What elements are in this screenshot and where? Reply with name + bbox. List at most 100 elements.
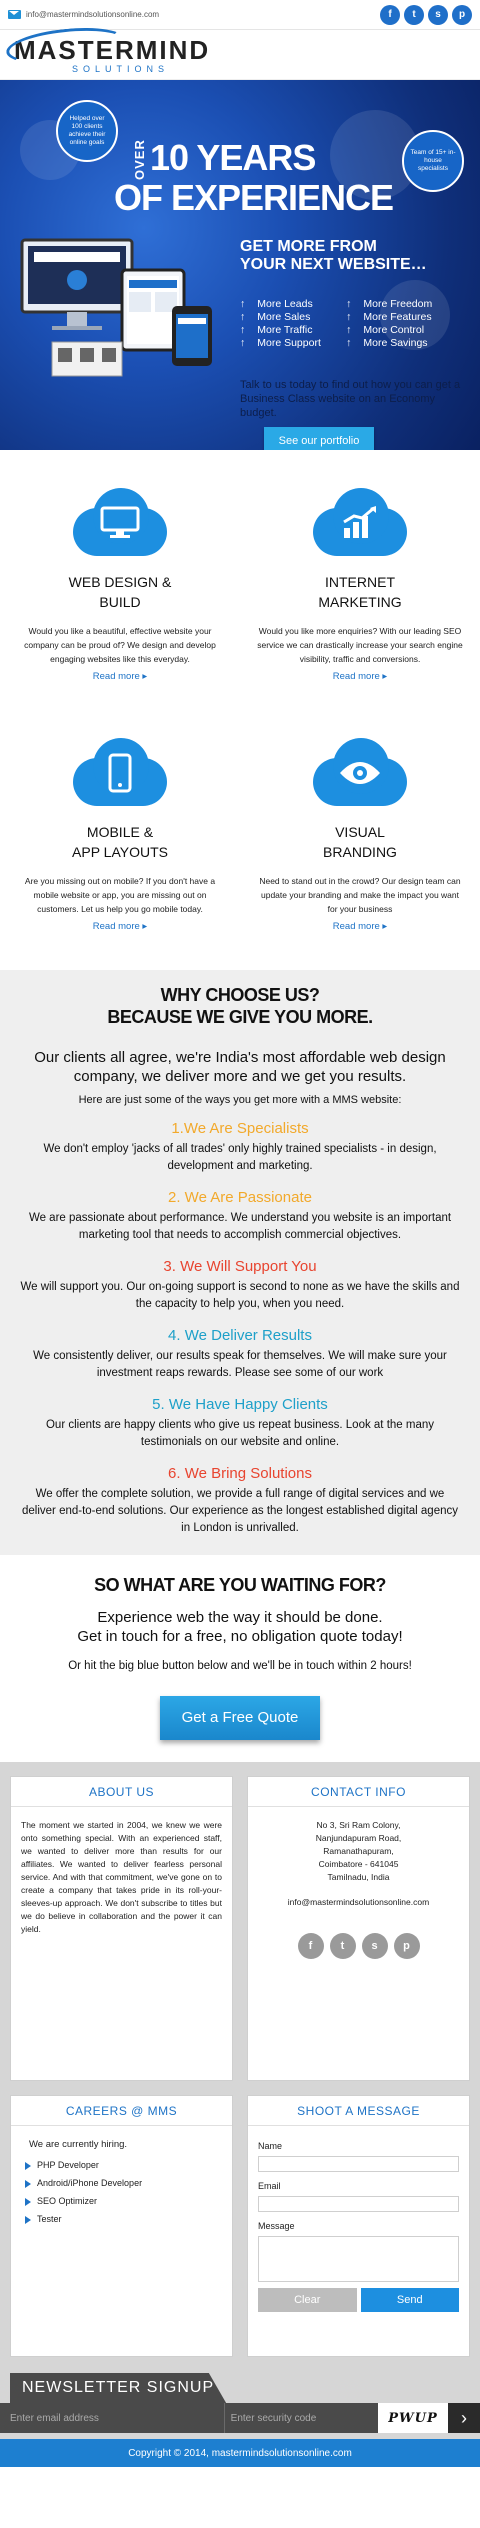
why-item-text: Our clients are happy clients who give u…	[45, 1419, 435, 1448]
why-item-text: We will support you. Our on-going suppor…	[20, 1281, 460, 1310]
free-quote-button[interactable]: Get a Free Quote	[160, 1696, 320, 1740]
facebook-icon[interactable]: f	[380, 4, 400, 25]
service-title: MOBILE & APP LAYOUTS	[72, 824, 168, 860]
why-lead: Our clients all agree, we're India's mos…	[34, 1049, 446, 1085]
monitor-icon	[65, 488, 175, 558]
job-item[interactable]: PHP Developer	[25, 2159, 222, 2172]
service-title: INTERNET MARKETING	[318, 574, 402, 610]
job-item[interactable]: SEO Optimizer	[25, 2195, 222, 2208]
about-box: ABOUT US The moment we started in 2004, …	[10, 1776, 233, 2081]
pinterest-icon[interactable]: p	[393, 1933, 420, 1959]
why-item-title: 6. We Bring Solutions	[168, 1465, 312, 1482]
hero-years: 10 YEARS	[150, 137, 316, 178]
service-desc: Are you missing out on mobile? If you do…	[24, 876, 216, 914]
feature-item: ↑ More Features	[346, 311, 432, 323]
send-button[interactable]: Send	[360, 2288, 459, 2312]
read-more-link[interactable]: Read more ▸	[93, 921, 147, 932]
triangle-right-icon	[25, 2215, 31, 2224]
getmore-line2: YOUR NEXT WEBSITE…	[240, 256, 427, 273]
about-title: ABOUT US	[11, 1777, 232, 1807]
newsletter-bar: Enter email address Enter security code …	[0, 2403, 480, 2433]
skype-icon[interactable]: s	[428, 4, 448, 25]
hero-experience: OF EXPERIENCE	[114, 177, 394, 218]
skype-icon[interactable]: s	[361, 1933, 388, 1959]
triangle-right-icon	[25, 2197, 31, 2206]
captcha-image: PWUP	[378, 2403, 448, 2433]
arrow-up-icon: ↑	[346, 337, 352, 349]
why-items: 1.We Are Specialists We don't employ 'jac…	[18, 1120, 462, 1537]
footer: ABOUT US The moment we started in 2004, …	[0, 1762, 480, 2439]
read-more-link[interactable]: Read more ▸	[333, 921, 387, 932]
newsletter-submit-button[interactable]: ›	[448, 2403, 480, 2433]
careers-intro: We are currently hiring.	[29, 2139, 128, 2150]
twitter-icon[interactable]: t	[329, 1933, 356, 1959]
hero-banner: Helped over 100 clients achieve their on…	[0, 80, 480, 450]
why-item-text: We consistently deliver, our results spe…	[33, 1350, 447, 1379]
about-text: The moment we started in 2004, we knew w…	[21, 1820, 222, 1934]
message-box: SHOOT A MESSAGE Name Email Message Clear…	[247, 2095, 470, 2357]
feature-item: ↑ More Support	[240, 337, 321, 349]
why-item-title: 2. We Are Passionate	[168, 1189, 312, 1206]
service-mobile: MOBILE & APP LAYOUTS Are you missing out …	[0, 720, 240, 970]
chart-icon	[305, 488, 415, 558]
phone-icon	[65, 738, 175, 808]
pinterest-icon[interactable]: p	[452, 4, 472, 25]
why-item-title: 3. We Will Support You	[163, 1258, 317, 1275]
feature-item: ↑ More Savings	[346, 337, 428, 349]
envelope-icon	[8, 10, 21, 19]
careers-title: CAREERS @ MMS	[11, 2096, 232, 2126]
name-input[interactable]	[258, 2156, 459, 2172]
arrow-up-icon: ↑	[346, 298, 352, 310]
name-label: Name	[258, 2141, 283, 2151]
arrow-up-icon: ↑	[346, 311, 352, 323]
read-more-link[interactable]: Read more ▸	[333, 671, 387, 682]
portfolio-button[interactable]: See our portfolio	[264, 427, 374, 450]
site-logo[interactable]: MASTERMIND SOLUTIONS	[4, 22, 210, 74]
email-input[interactable]	[258, 2196, 459, 2212]
top-email-text: info@mastermindsolutionsonline.com	[26, 10, 160, 19]
hero-over: OVER	[132, 139, 147, 180]
copyright-bar: Copyright © 2014, mastermindsolutionsonl…	[0, 2439, 480, 2467]
message-label: Message	[258, 2221, 295, 2231]
clear-button[interactable]: Clear	[258, 2288, 357, 2312]
twitter-icon[interactable]: t	[404, 4, 424, 25]
cta-sub: Or hit the big blue button below and we'…	[68, 1660, 412, 1672]
newsletter-email-input[interactable]: Enter email address	[0, 2403, 224, 2433]
hero-talk: Talk to us today to find out how you can…	[240, 379, 461, 419]
arrow-up-icon: ↑	[346, 324, 352, 336]
why-item-title: 1.We Are Specialists	[171, 1120, 309, 1137]
service-internet-marketing: INTERNET MARKETING Would you like more en…	[240, 470, 480, 720]
feature-item: ↑ More Traffic	[240, 324, 313, 336]
security-code-input[interactable]: Enter security code	[223, 2403, 378, 2433]
message-form: Name Email Message Clear Send	[248, 2126, 469, 2324]
service-desc: Would you like a beautiful, effective we…	[24, 626, 216, 664]
facebook-icon[interactable]: f	[297, 1933, 324, 1959]
hero-getmore: GET MORE FROM YOUR NEXT WEBSITE…	[240, 238, 427, 274]
message-title: SHOOT A MESSAGE	[248, 2096, 469, 2126]
header: MASTERMIND SOLUTIONS	[0, 22, 480, 80]
social-links: f t s p	[380, 4, 472, 25]
contact-email[interactable]: info@mastermindsolutionsonline.com	[258, 1896, 459, 1909]
address-line: No 3, Sri Ram Colony,	[316, 1820, 401, 1830]
triangle-right-icon	[25, 2161, 31, 2170]
job-item[interactable]: Tester	[25, 2213, 222, 2226]
service-branding: VISUAL BRANDING Need to stand out in the …	[240, 720, 480, 970]
job-list: PHP Developer Android/iPhone Developer S…	[21, 2159, 222, 2226]
cta-section: SO WHAT ARE YOU WAITING FOR? Experience …	[0, 1555, 480, 1762]
arrow-up-icon: ↑	[240, 324, 246, 336]
contact-social: f t s p	[258, 1933, 459, 1959]
why-item-text: We offer the complete solution, we provi…	[22, 1488, 458, 1534]
why-item-title: 4. We Deliver Results	[168, 1327, 312, 1344]
message-textarea[interactable]	[258, 2236, 459, 2282]
why-sub: Here are just some of the ways you get m…	[78, 1094, 402, 1106]
why-title: WHY CHOOSE US? BECAUSE WE GIVE YOU MORE.	[107, 985, 373, 1027]
read-more-link[interactable]: Read more ▸	[93, 671, 147, 682]
service-desc: Would you like more enquiries? With our …	[257, 626, 463, 664]
contact-box: CONTACT INFO No 3, Sri Ram Colony, Nanju…	[247, 1776, 470, 2081]
top-email[interactable]: info@mastermindsolutionsonline.com	[8, 10, 159, 19]
arrow-up-icon: ↑	[240, 337, 246, 349]
cta-title: SO WHAT ARE YOU WAITING FOR?	[94, 1575, 386, 1595]
job-item[interactable]: Android/iPhone Developer	[25, 2177, 222, 2190]
feature-item: ↑ More Control	[346, 324, 425, 336]
badge-team: Team of 15+ in-house specialists	[402, 130, 464, 192]
